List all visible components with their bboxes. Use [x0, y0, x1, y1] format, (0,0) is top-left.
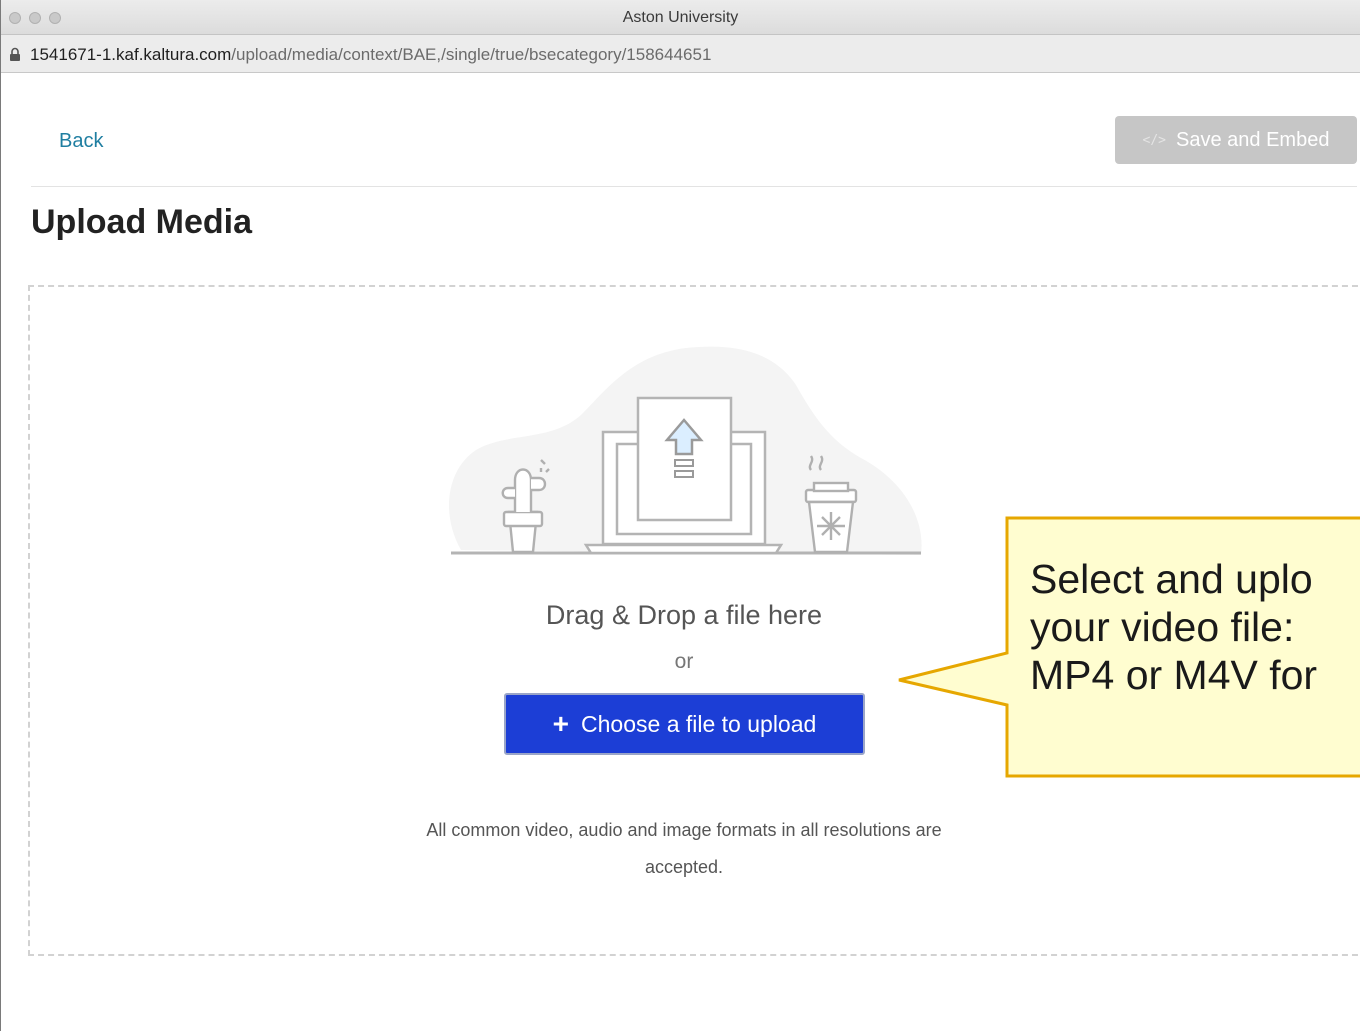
code-icon: </> — [1142, 132, 1167, 148]
save-and-embed-label: Save and Embed — [1176, 128, 1330, 151]
callout-line-3: MP4 or M4V for — [1030, 652, 1318, 698]
choose-file-button[interactable]: + Choose a file to upload — [504, 693, 865, 755]
url-path: /upload/media/context/BAE,/single/true/b… — [231, 45, 712, 64]
upload-illustration — [449, 346, 922, 555]
document-upload-icon — [636, 396, 733, 522]
accepted-formats-line-1: All common video, audio and image format… — [426, 820, 942, 840]
callout-line-1: Select and uplo — [1030, 556, 1313, 602]
header-divider — [31, 186, 1357, 187]
save-and-embed-button[interactable]: </> Save and Embed — [1115, 116, 1357, 164]
address-bar[interactable]: 1541671-1.kaf.kaltura.com/upload/media/c… — [1, 35, 1360, 73]
url-host: 1541671-1.kaf.kaltura.com — [30, 45, 232, 64]
page-title: Upload Media — [31, 203, 253, 241]
accepted-formats-line-2: accepted. — [644, 857, 724, 877]
lock-icon — [10, 47, 20, 61]
accepted-formats-text: All common video, audio and image format… — [384, 812, 984, 886]
plus-icon: + — [552, 708, 570, 739]
callout-annotation: Select and uplo your video file: MP4 or … — [1030, 555, 1317, 699]
title-bar: Aston University — [1, 0, 1360, 35]
choose-file-label: Choose a file to upload — [581, 710, 817, 737]
back-link[interactable]: Back — [59, 130, 103, 153]
url-text[interactable]: 1541671-1.kaf.kaltura.com/upload/media/c… — [30, 45, 711, 65]
window-title: Aston University — [622, 9, 739, 26]
browser-window: Aston University 1541671-1.kaf.kaltura.c… — [0, 0, 1360, 1031]
callout-line-2: your video file: — [1030, 604, 1295, 650]
